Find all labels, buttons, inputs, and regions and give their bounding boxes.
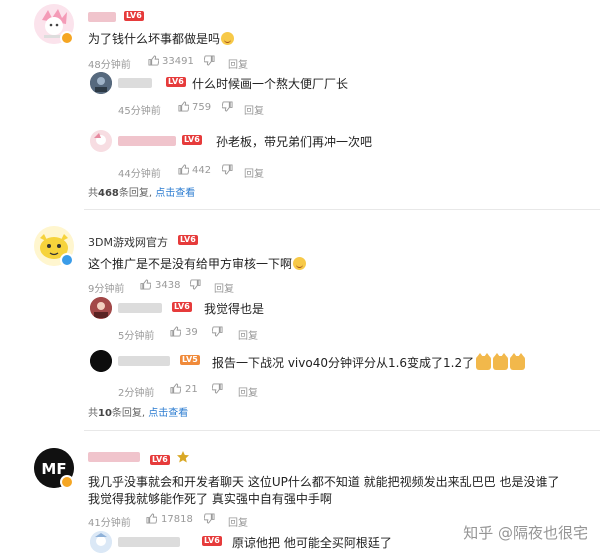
reply-button[interactable]: 回复 <box>228 56 248 71</box>
reply-avatar[interactable] <box>90 297 112 319</box>
view-replies-link[interactable]: 点击查看 <box>155 188 195 199</box>
like-icon[interactable] <box>178 164 189 175</box>
comment-text-line2: 我觉得我就够能作死了 真实强中自有强中手啊 <box>88 492 332 506</box>
reply-username[interactable] <box>118 78 152 88</box>
username-1[interactable] <box>88 12 116 22</box>
reply-username[interactable] <box>118 537 180 547</box>
verified-badge-icon <box>60 253 74 267</box>
reply-text: 我觉得也是 <box>204 302 265 316</box>
reply-time: 5分钟前 <box>118 331 155 342</box>
reply-time: 2分钟前 <box>118 388 155 399</box>
like-count: 39 <box>185 327 198 338</box>
like-icon[interactable] <box>148 55 159 66</box>
like-icon[interactable] <box>140 279 151 290</box>
level-badge: LV6 <box>178 235 198 245</box>
like-count: 442 <box>192 165 212 176</box>
verified-badge-icon <box>60 475 74 489</box>
comment-time: 48分钟前 <box>88 60 131 71</box>
reply-text: 什么时候画一个熬大便厂厂长 <box>192 77 349 91</box>
reply-button[interactable]: 回复 <box>238 327 258 342</box>
reply-username[interactable] <box>118 356 170 366</box>
dislike-icon[interactable] <box>204 55 215 66</box>
level-badge: LV6 <box>150 455 170 465</box>
comment-time: 41分钟前 <box>88 518 131 529</box>
laugh-emoji-icon <box>293 257 307 270</box>
reply-button[interactable]: 回复 <box>238 384 258 399</box>
reply-avatar[interactable] <box>90 130 112 152</box>
level-badge: LV5 <box>180 355 200 365</box>
reply-username[interactable] <box>118 303 162 313</box>
level-badge: LV6 <box>166 77 186 87</box>
reply-button[interactable]: 回复 <box>214 280 234 295</box>
dislike-icon[interactable] <box>212 383 223 394</box>
reply-button[interactable]: 回复 <box>228 514 248 529</box>
dislike-icon[interactable] <box>222 101 233 112</box>
like-count: 3438 <box>155 280 181 291</box>
reply-text: 原谅他把 他可能全买阿根廷了 <box>232 536 392 550</box>
like-icon[interactable] <box>178 101 189 112</box>
reply-time: 45分钟前 <box>118 106 161 117</box>
like-icon[interactable] <box>170 326 181 337</box>
reply-button[interactable]: 回复 <box>244 165 264 180</box>
like-count: 17818 <box>161 514 193 525</box>
cat-emoji-icon <box>476 353 492 370</box>
comment-text-line1: 我几乎没事就会和开发者聊天 这位UP什么都不知道 就能把视频发出来乱巴巴 也是没… <box>88 475 560 489</box>
thread-divider <box>84 209 600 210</box>
dislike-icon[interactable] <box>190 279 201 290</box>
verified-badge-icon <box>60 31 74 45</box>
level-badge: LV6 <box>124 11 144 21</box>
dislike-icon[interactable] <box>222 164 233 175</box>
reply-summary: 共10条回复, 点击查看 <box>88 408 189 419</box>
dislike-icon[interactable] <box>204 513 215 524</box>
smile-emoji-icon <box>221 32 235 45</box>
reply-text: 报告一下战况 vivo40分钟评分从1.6变成了1.2了 <box>212 353 526 371</box>
level-badge: LV6 <box>172 302 192 312</box>
comment-text: 这个推广是不是没有给甲方审核一下啊 <box>88 255 307 272</box>
comment-text: 为了钱什么坏事都做是吗 <box>88 30 235 47</box>
like-count: 33491 <box>162 56 194 67</box>
cat-emoji-icon <box>493 353 509 370</box>
reply-time: 44分钟前 <box>118 169 161 180</box>
reply-username[interactable] <box>118 136 176 146</box>
reply-text: 孙老板，带兄弟们再冲一次吧 <box>216 135 373 149</box>
medal-icon <box>176 450 190 464</box>
reply-avatar[interactable] <box>90 72 112 94</box>
like-count: 759 <box>192 102 212 113</box>
like-icon[interactable] <box>170 383 181 394</box>
level-badge: LV6 <box>182 135 202 145</box>
reply-avatar[interactable] <box>90 531 112 553</box>
reply-avatar[interactable] <box>90 350 112 372</box>
thread-divider <box>84 430 600 431</box>
cat-emoji-icon <box>510 353 526 370</box>
like-icon[interactable] <box>146 513 157 524</box>
level-badge: LV6 <box>202 536 222 546</box>
view-replies-link[interactable]: 点击查看 <box>148 408 188 419</box>
watermark: 知乎 @隔夜也很宅 <box>463 524 588 542</box>
reply-summary: 共468条回复, 点击查看 <box>88 188 196 199</box>
username-3[interactable] <box>88 452 140 462</box>
comment-time: 9分钟前 <box>88 284 125 295</box>
reply-button[interactable]: 回复 <box>244 102 264 117</box>
like-count: 21 <box>185 384 198 395</box>
username-3dm[interactable]: 3DM游戏网官方 <box>88 234 168 250</box>
dislike-icon[interactable] <box>212 326 223 337</box>
